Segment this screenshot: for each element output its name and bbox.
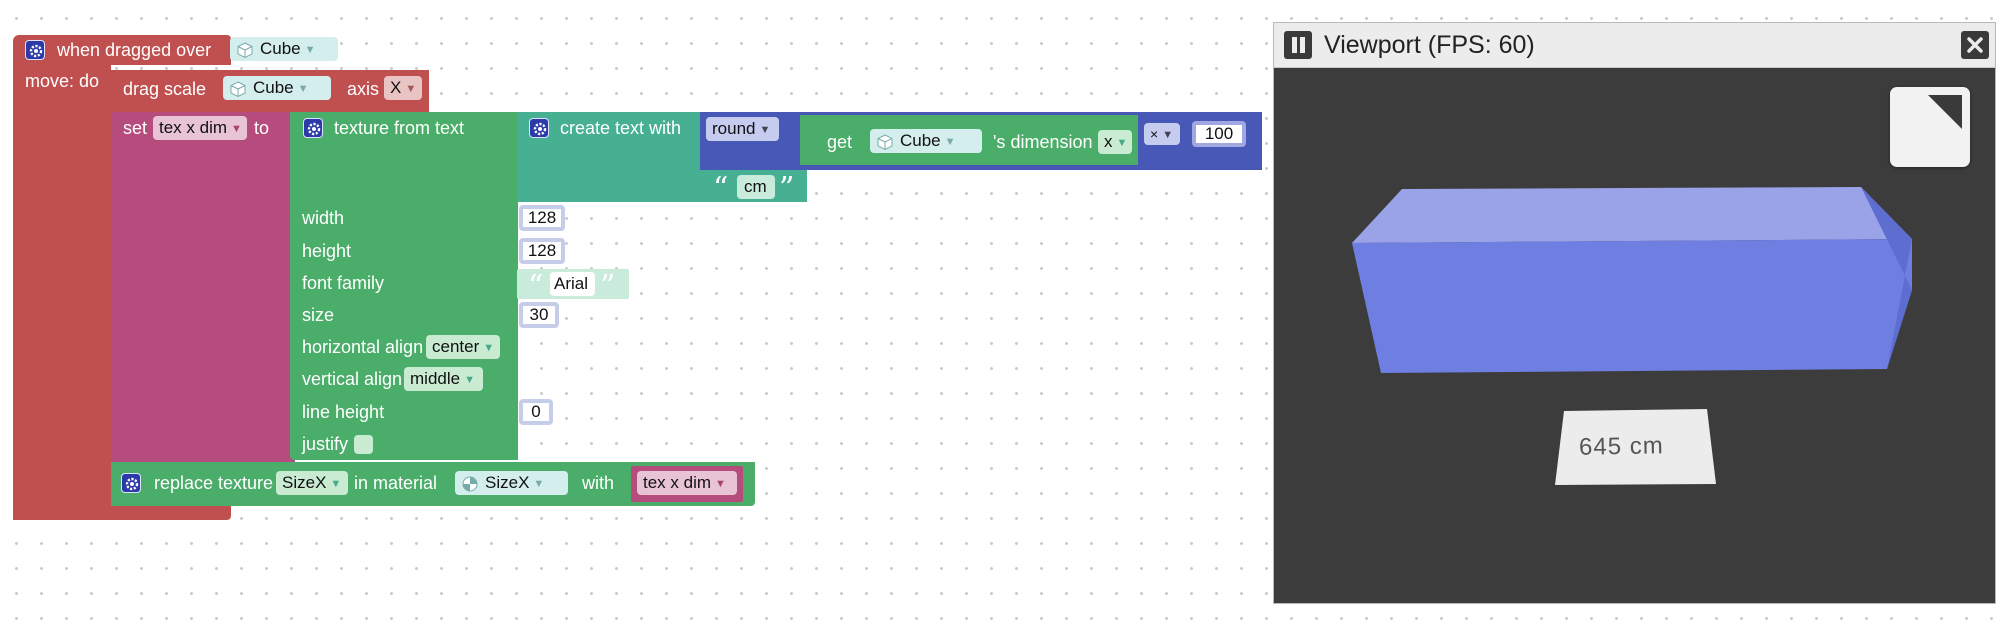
cube-icon (237, 41, 253, 58)
set-label: set (123, 118, 148, 138)
event-object-value: Cube (260, 39, 301, 58)
multiply-operator-dropdown[interactable]: × ▼ (1144, 123, 1180, 145)
create-text-gear-icon[interactable] (529, 118, 549, 138)
horizontal-align-value: center (432, 337, 480, 356)
event-block-footer (13, 504, 231, 520)
chevron-down-icon: ▼ (330, 478, 342, 490)
dimension-axis-dropdown[interactable]: x ▼ (1098, 130, 1132, 154)
param-width-input[interactable]: 128 (519, 205, 565, 231)
cube-front-face (1352, 239, 1912, 373)
round-dropdown[interactable]: round ▼ (706, 117, 779, 141)
param-size-label: size (302, 305, 335, 325)
replace-texture-label: replace texture (154, 473, 274, 493)
chevron-down-icon: ▼ (944, 136, 956, 148)
operator-value: × (1150, 126, 1159, 142)
round-value: round (712, 119, 756, 138)
texture-gear-icon[interactable] (303, 118, 323, 138)
viewport-panel: Viewport (FPS: 60) 645 cm (1273, 22, 1996, 604)
dimension-axis-value: x (1104, 132, 1113, 151)
open-quote-icon: “ (713, 171, 729, 206)
vertical-align-value: middle (410, 369, 461, 388)
event-block-body (13, 64, 111, 520)
param-line-height-input[interactable]: 0 (519, 399, 553, 425)
chevron-down-icon: ▼ (1162, 129, 1174, 141)
drag-scale-object-value: Cube (253, 78, 294, 97)
chevron-down-icon: ▼ (405, 83, 417, 95)
param-justify-label: justify (302, 434, 349, 454)
close-quote-icon: ” (779, 171, 795, 206)
param-horizontal-align-label: horizontal align (302, 337, 424, 357)
param-height-label: height (302, 241, 352, 261)
axis-value: X (390, 78, 402, 97)
param-line-height-label: line height (302, 402, 385, 422)
event-label: when dragged over (57, 40, 212, 60)
in-material-label: in material (354, 473, 438, 493)
viewport-canvas[interactable]: 645 cm (1274, 67, 1995, 603)
justify-checkbox[interactable] (354, 435, 373, 454)
set-variable-block[interactable] (111, 112, 295, 464)
chevron-down-icon: ▼ (715, 478, 726, 490)
multiplier-input[interactable]: 100 (1192, 121, 1246, 147)
open-quote-icon: “ (528, 269, 544, 304)
variable-getter-value: tex x dim (643, 473, 712, 492)
set-variable-dropdown[interactable]: tex x dim ▼ (153, 116, 247, 140)
variable-getter-dropdown[interactable]: tex x dim ▼ (637, 471, 737, 495)
create-text-label: create text with (560, 118, 682, 138)
get-object-value: Cube (900, 131, 941, 150)
replace-texture-value: SizeX (282, 473, 327, 492)
drag-scale-object-dropdown[interactable]: Cube ▼ (223, 76, 331, 100)
fullscreen-icon[interactable] (1890, 87, 1970, 167)
with-label: with (582, 473, 615, 493)
param-size-input[interactable]: 30 (519, 302, 559, 328)
cube-top-face (1352, 187, 1912, 243)
viewport-title: Viewport (FPS: 60) (1324, 31, 1535, 59)
material-value: SizeX (485, 473, 530, 492)
drag-scale-axis-dropdown[interactable]: X ▼ (384, 76, 422, 100)
material-dropdown[interactable]: SizeX ▼ (455, 471, 568, 495)
chevron-down-icon: ▼ (1116, 137, 1128, 149)
replace-texture-gear-icon[interactable] (121, 473, 141, 493)
dimension-label: 's dimension (993, 132, 1093, 152)
close-icon[interactable] (1961, 31, 1989, 59)
font-family-value: Arial (554, 274, 589, 293)
set-to-label: to (254, 118, 270, 138)
material-sphere-icon (462, 476, 478, 492)
chevron-down-icon: ▼ (483, 342, 495, 354)
pause-icon[interactable] (1284, 31, 1312, 59)
font-family-input[interactable]: Arial (550, 272, 595, 296)
event-do-label: move: do (25, 71, 100, 91)
cube-icon (230, 80, 246, 97)
set-variable-value: tex x dim (159, 118, 228, 137)
close-quote-icon: ” (600, 269, 616, 304)
event-object-dropdown[interactable]: Cube ▼ (230, 37, 338, 61)
param-width-label: width (302, 208, 345, 228)
blockly-workspace[interactable]: when dragged over Cube ▼ move: do drag sc… (0, 0, 1265, 626)
cm-text-input[interactable]: cm (737, 175, 775, 199)
chevron-down-icon: ▼ (464, 374, 475, 386)
texture-from-text-label: texture from text (334, 118, 465, 138)
pause-bar-right (1300, 37, 1305, 53)
get-object-dropdown[interactable]: Cube ▼ (870, 129, 982, 153)
event-gear-icon[interactable] (25, 40, 45, 60)
chevron-down-icon: ▼ (231, 123, 242, 135)
param-font-family-label: font family (302, 273, 385, 293)
cube-size-label: 645 cm (1578, 432, 1664, 461)
replace-texture-dropdown[interactable]: SizeX ▼ (276, 471, 348, 495)
param-vertical-align-label: vertical align (302, 369, 403, 389)
chevron-down-icon: ▼ (533, 478, 545, 490)
vertical-align-dropdown[interactable]: middle ▼ (404, 367, 483, 391)
pause-bar-left (1292, 37, 1297, 53)
scene-svg (1352, 187, 1912, 485)
chevron-down-icon: ▼ (759, 124, 771, 136)
chevron-down-icon: ▼ (304, 44, 316, 56)
get-label: get (827, 132, 853, 152)
viewport-header: Viewport (FPS: 60) (1274, 23, 1995, 68)
cube-icon (877, 133, 893, 150)
cm-text-value: cm (744, 177, 767, 196)
drag-scale-axis-label: axis (347, 79, 380, 99)
param-height-input[interactable]: 128 (519, 238, 565, 264)
horizontal-align-dropdown[interactable]: center ▼ (426, 335, 500, 359)
drag-scale-label: drag scale (123, 79, 207, 99)
chevron-down-icon: ▼ (297, 83, 309, 95)
